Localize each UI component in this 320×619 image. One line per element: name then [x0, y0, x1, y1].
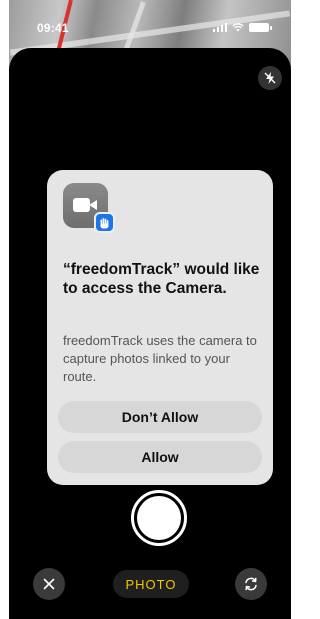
- dialog-title: “freedomTrack” would like to access the …: [63, 261, 260, 297]
- flip-camera-button[interactable]: [235, 568, 267, 600]
- shutter-button[interactable]: [131, 490, 187, 546]
- dont-allow-button[interactable]: Don’t Allow: [58, 401, 262, 433]
- close-icon: [43, 578, 55, 590]
- status-time: 09:41: [37, 21, 69, 35]
- wifi-icon: [232, 22, 244, 31]
- flash-off-button[interactable]: [258, 66, 282, 90]
- shutter-inner: [137, 496, 181, 540]
- photo-mode-label[interactable]: PHOTO: [113, 570, 189, 598]
- flash-off-icon: [264, 72, 276, 84]
- phone-screen: 09:41 “freedomTrack” would like to acces…: [9, 0, 291, 619]
- hand-icon: [94, 212, 115, 233]
- status-bar: 09:41: [9, 18, 291, 38]
- flip-camera-icon: [245, 577, 257, 591]
- signal-icon: [213, 22, 227, 32]
- dialog-message: freedomTrack uses the camera to capture …: [63, 333, 257, 384]
- battery-icon: [249, 22, 272, 32]
- allow-button[interactable]: Allow: [58, 441, 262, 473]
- close-button[interactable]: [33, 568, 65, 600]
- camera-permission-dialog: “freedomTrack” would like to access the …: [47, 170, 273, 485]
